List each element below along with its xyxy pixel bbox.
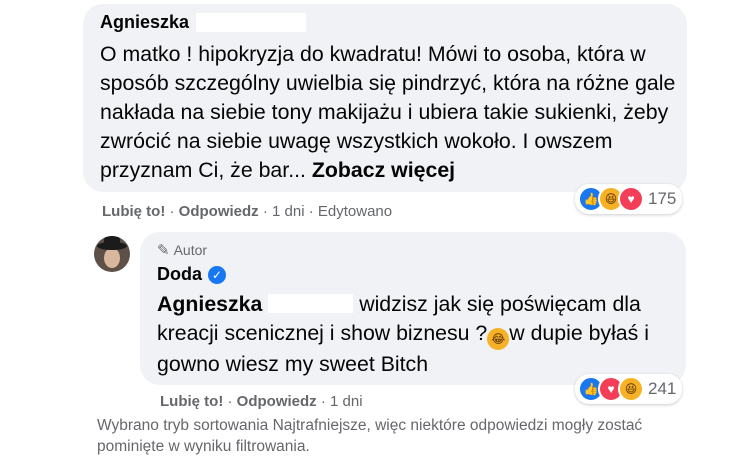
author-row: Doda ✓	[157, 264, 226, 285]
comment-bubble-doda: ✎ Autor Doda ✓ Agnieszka widzisz jak się…	[140, 232, 686, 385]
pen-icon: ✎	[157, 242, 170, 259]
reaction-count: 175	[648, 189, 677, 208]
like-button[interactable]: Lubię to!	[102, 203, 165, 220]
haha-icon: 😆	[618, 376, 644, 402]
comment-author-name[interactable]: Doda	[157, 264, 202, 285]
avatar-hat-brim	[97, 242, 127, 250]
separator: ·	[320, 393, 326, 410]
love-icon: ♥	[618, 186, 644, 212]
separator: ·	[227, 393, 233, 410]
comment-text: O matko ! hipokryzja do kwadratu! Mówi t…	[100, 40, 680, 185]
comment-actions: Lubię to! · Odpowiedz · 1 dni · Edytowan…	[102, 203, 392, 220]
verified-badge-icon: ✓	[208, 265, 226, 284]
reaction-count: 241	[648, 379, 677, 398]
separator: ·	[308, 203, 314, 220]
author-badge: ✎ Autor	[157, 241, 207, 259]
comment-actions: Lubię to! · Odpowiedz · 1 dni	[160, 393, 363, 410]
laughing-emoji-icon: 😂	[487, 328, 510, 350]
comment-text: Agnieszka widzisz jak się poświęcam dla …	[157, 290, 677, 379]
mention-link[interactable]: Agnieszka	[157, 292, 262, 316]
reaction-summary[interactable]: 👍 😆 ♥ 175	[575, 184, 683, 214]
timestamp[interactable]: 1 dni	[272, 203, 305, 220]
reply-button[interactable]: Odpowiedz	[237, 393, 317, 410]
author-badge-label: Autor	[173, 242, 208, 258]
separator: ·	[262, 203, 268, 220]
redacted-surname	[196, 13, 306, 32]
comment-bubble-agnieszka: Agnieszka O matko ! hipokryzja do kwadra…	[83, 4, 687, 192]
reaction-summary[interactable]: 👍 ♥ 😆 241	[575, 374, 683, 404]
avatar-face	[104, 248, 120, 268]
edited-label[interactable]: Edytowano	[318, 203, 392, 220]
avatar[interactable]	[94, 236, 130, 272]
separator: ·	[169, 203, 175, 220]
like-button[interactable]: Lubię to!	[160, 393, 223, 410]
reply-button[interactable]: Odpowiedz	[179, 203, 259, 220]
timestamp[interactable]: 1 dni	[330, 393, 363, 410]
comment-author-name[interactable]: Agnieszka	[100, 12, 189, 33]
see-more-link[interactable]: Zobacz więcej	[312, 158, 455, 182]
filter-notice: Wybrano tryb sortowania Najtrafniejsze, …	[97, 417, 643, 455]
redacted-surname	[268, 294, 354, 313]
